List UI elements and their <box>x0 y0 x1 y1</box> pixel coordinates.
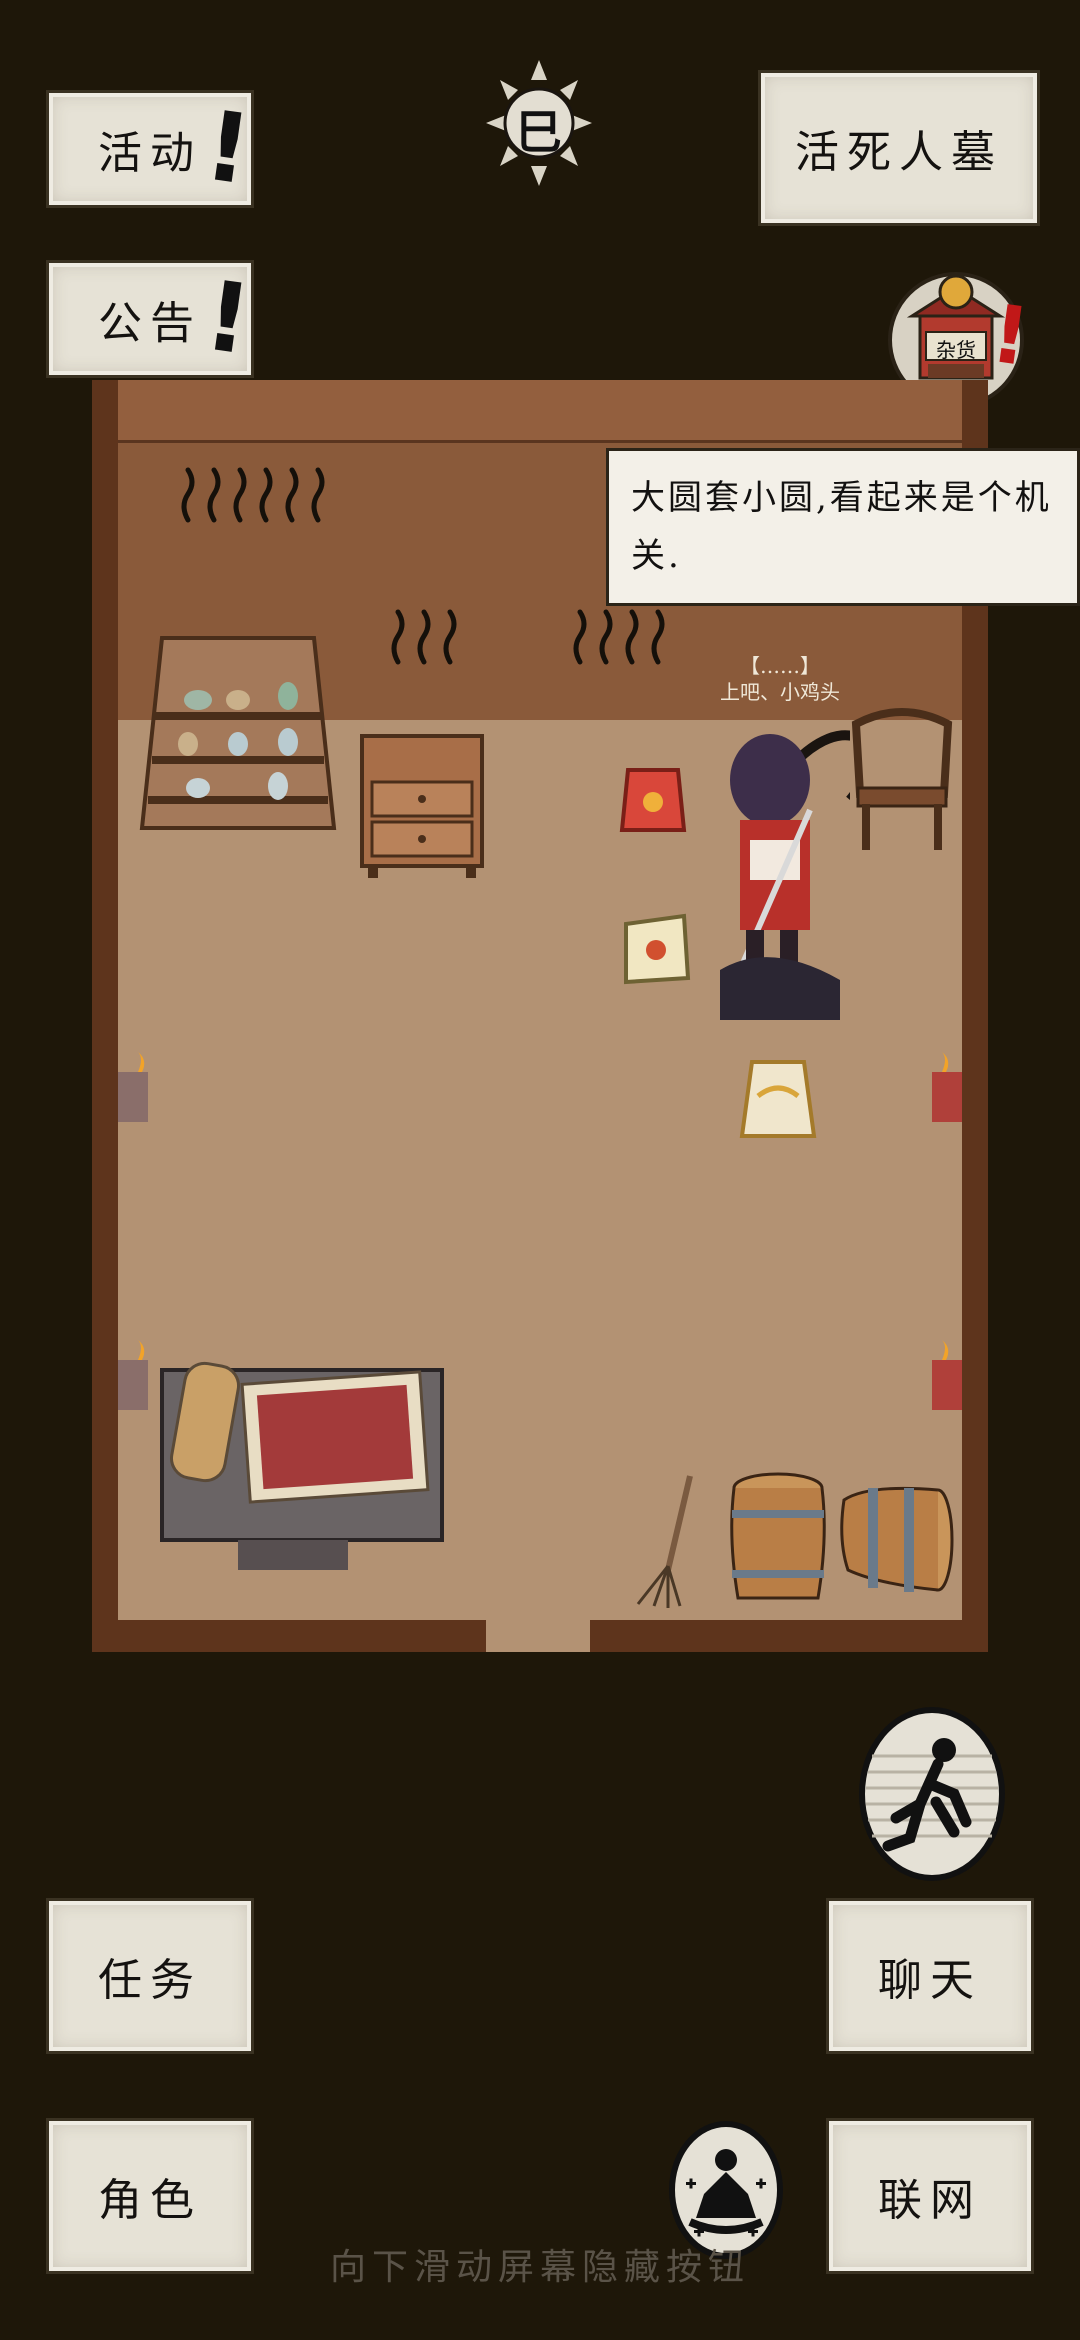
location-label: 活死人墓 <box>795 127 1003 178</box>
hide-buttons-hint: 向下滑动屏幕隐藏按钮 <box>329 2247 750 2288</box>
player-sprite <box>720 730 850 1020</box>
stone-bed[interactable] <box>158 1360 458 1580</box>
run-icon <box>859 1707 1005 1881</box>
item-cloth-bundle[interactable] <box>618 908 694 988</box>
player-tag-line2: 上吧、小鸡头 <box>720 680 840 704</box>
task-button[interactable]: 任务 <box>46 1898 254 2054</box>
barrel <box>840 1486 954 1592</box>
item-red-apron[interactable] <box>618 760 688 840</box>
dialog-text: 大圆套小圆,看起来是个机关. <box>631 478 1052 576</box>
item-gold-apron[interactable] <box>738 1052 818 1142</box>
torch-icon <box>118 1052 148 1122</box>
notice-label: 公告 <box>98 298 202 349</box>
room-doorway[interactable] <box>486 1620 590 1652</box>
activity-label: 活动 <box>98 128 202 179</box>
chat-label: 聊天 <box>878 1955 982 2006</box>
location-button[interactable]: 活死人墓 <box>758 70 1040 226</box>
broom <box>636 1475 693 1608</box>
time-badge: 巳 <box>484 58 594 188</box>
torch-icon <box>932 1340 962 1410</box>
dialog-box[interactable]: 大圆套小圆,看起来是个机关. <box>606 448 1080 606</box>
drawer-cabinet <box>360 734 484 878</box>
task-label: 任务 <box>98 1955 202 2006</box>
shelf <box>139 636 337 830</box>
chat-button[interactable]: 聊天 <box>826 1898 1034 2054</box>
torch-icon <box>118 1340 148 1410</box>
wooden-chair <box>851 708 953 850</box>
barrel <box>730 1472 826 1600</box>
torch-icon <box>932 1052 962 1122</box>
time-glyph: 巳 <box>516 105 562 159</box>
player-tag-line1: 【……】 <box>740 654 820 678</box>
character-label: 角色 <box>98 2175 202 2226</box>
run-button[interactable] <box>858 1706 1006 1882</box>
player-character[interactable]: 【……】 上吧、小鸡头 <box>710 654 850 1020</box>
network-label: 联网 <box>878 2175 982 2226</box>
shop-label: 杂货 <box>936 338 976 362</box>
